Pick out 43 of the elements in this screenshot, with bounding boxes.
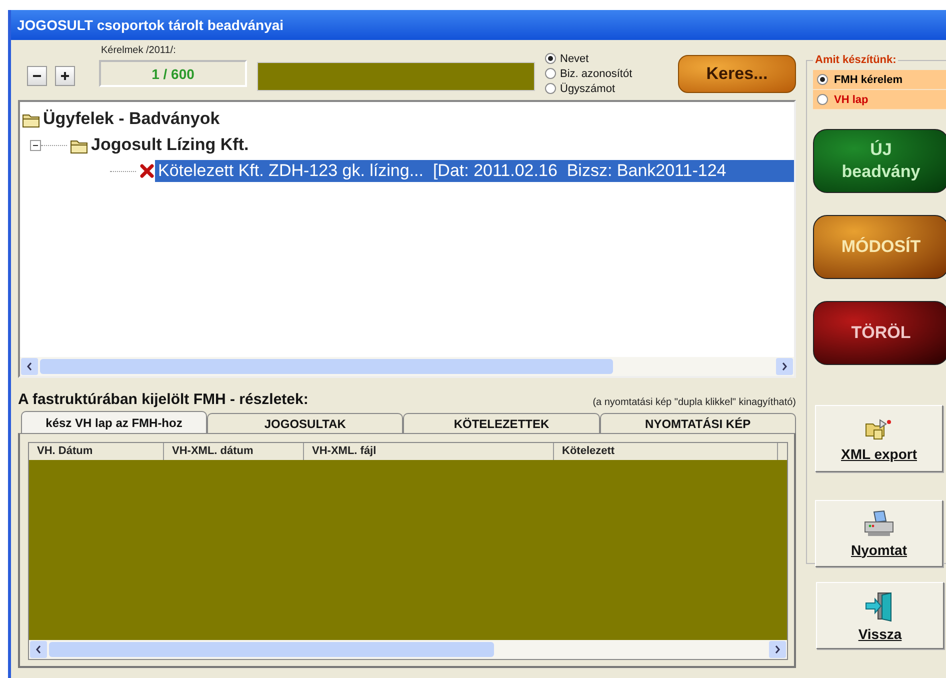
delete-button[interactable]: TÖRÖL: [813, 301, 946, 365]
tab[interactable]: kész VH lap az FMH-hoz: [21, 411, 207, 433]
collapse-icon[interactable]: [30, 140, 41, 150]
cross-icon: [139, 163, 155, 179]
window-title: JOGOSULT csoportok tárolt beadványai: [11, 10, 946, 40]
radio-option[interactable]: FMH kérelem: [813, 70, 946, 90]
counter-field: 1 / 600: [99, 60, 247, 87]
section-title: A fastruktúrában kijelölt FMH - részletek:: [18, 391, 308, 408]
plus-icon: [59, 70, 71, 82]
tab[interactable]: NYOMTATÁSI KÉP: [600, 413, 796, 433]
radio-label: Nevet: [560, 52, 589, 64]
radio-label: VH lap: [834, 94, 868, 106]
radio-option[interactable]: VH lap: [813, 90, 946, 110]
printer-icon: [862, 510, 896, 538]
radio-button[interactable]: [545, 53, 556, 64]
radio-button[interactable]: [817, 94, 828, 105]
radio-label: FMH kérelem: [834, 74, 902, 86]
radio-option[interactable]: Biz. azonosítót: [545, 66, 632, 81]
print-button[interactable]: Nyomtat: [815, 500, 943, 567]
group-title: Amit készítünk:: [814, 54, 898, 66]
collapse-button[interactable]: [27, 66, 47, 86]
radio-button[interactable]: [545, 68, 556, 79]
radio-button[interactable]: [545, 83, 556, 94]
expand-button[interactable]: [55, 66, 75, 86]
export-button[interactable]: XML export: [815, 405, 943, 472]
horizontal-scrollbar[interactable]: [29, 640, 787, 659]
tree-item[interactable]: Kötelezett Kft. ZDH-123 gk. lízing... [Dat: 2011.02.16 Bizsz: Bank2011-124: [155, 160, 794, 182]
tab[interactable]: KÖTELEZETTEK: [403, 413, 600, 433]
search-button[interactable]: Keres...: [678, 55, 796, 93]
radio-button[interactable]: [817, 74, 828, 85]
back-button[interactable]: Vissza: [816, 582, 944, 649]
tab[interactable]: JOGOSULTAK: [207, 413, 404, 433]
radio-label: Biz. azonosítót: [560, 68, 632, 80]
new-button[interactable]: ÚJ beadvány: [813, 129, 946, 193]
radio-label: Ügyszámot: [560, 82, 616, 94]
tree-item[interactable]: Jogosult Lízing Kft.: [88, 134, 252, 156]
tree-item[interactable]: Ügyfelek - Badványok: [40, 108, 223, 130]
radio-option[interactable]: Nevet: [545, 51, 632, 66]
hint-text: (a nyomtatási kép "dupla klikkel" kinagyítható): [592, 397, 796, 408]
radio-option[interactable]: Ügyszámot: [545, 81, 632, 96]
horizontal-scrollbar[interactable]: [20, 357, 794, 376]
search-field[interactable]: [257, 62, 535, 91]
counter-label: Kérelmek /2011/:: [101, 45, 177, 56]
